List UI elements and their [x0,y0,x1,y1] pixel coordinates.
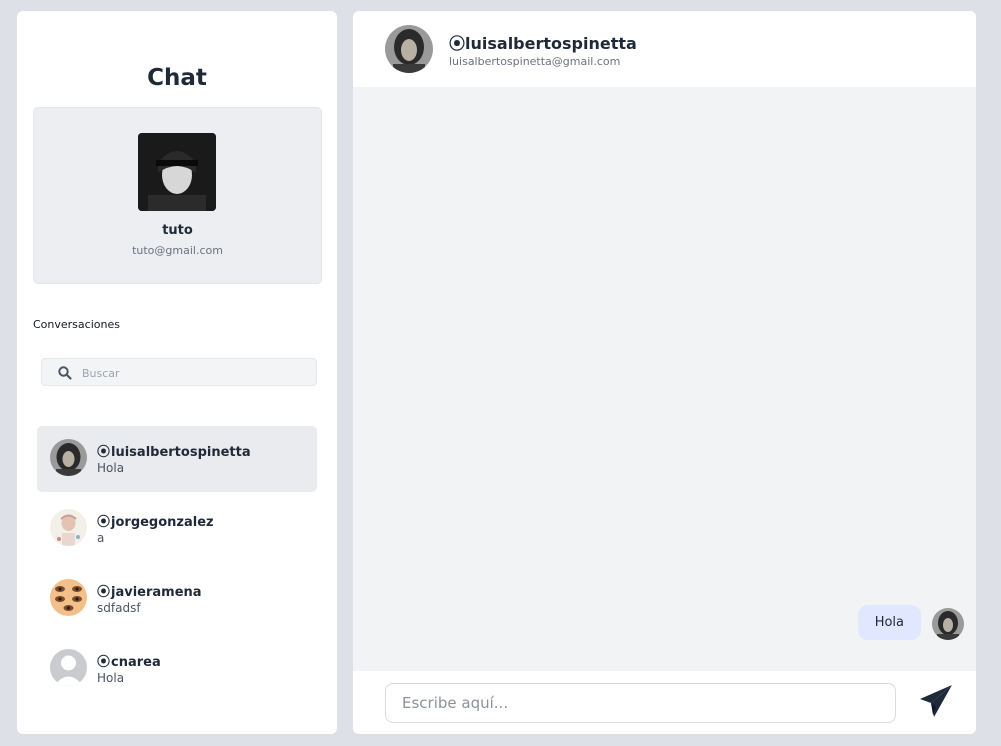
message-bubble: Hola [857,605,921,640]
chat-panel: ⦿luisalbertospinetta luisalbertospinetta… [353,11,976,734]
chat-contact-email: luisalbertospinetta@gmail.com [449,55,621,68]
at-sign-icon: ⦿ [97,585,111,600]
at-sign-icon: ⦿ [449,34,466,53]
conversation-list: ⦿luisalbertospinetta Hola ⦿jorgegonzalez… [37,426,317,706]
composer [353,671,976,734]
header-avatar[interactable] [385,25,433,73]
conversation-item-jorgegonzalez[interactable]: ⦿jorgegonzalez a [37,496,317,562]
message-input[interactable] [385,683,896,723]
conversation-last-message: a [97,531,105,545]
at-sign-icon: ⦿ [97,445,111,460]
at-sign-icon: ⦿ [97,515,111,530]
conversation-last-message: Hola [97,461,125,475]
message-area: Hola [353,87,976,671]
conversation-last-message: sdfadsf [97,601,141,615]
message-avatar [932,608,964,640]
at-sign-icon: ⦿ [97,655,111,670]
conversation-last-message: Hola [97,671,125,685]
conversation-name: ⦿javieramena [97,585,202,600]
search-icon [57,365,73,381]
conversations-label: Conversaciones [33,318,120,331]
avatar [50,579,87,616]
conversation-item-luisalbertospinetta[interactable]: ⦿luisalbertospinetta Hola [37,426,317,492]
conversation-name: ⦿luisalbertospinetta [97,445,251,460]
conversation-item-javieramena[interactable]: ⦿javieramena sdfadsf [37,566,317,632]
chat-contact-name: ⦿luisalbertospinetta [449,34,637,53]
app-title: Chat [147,65,207,91]
send-icon [916,681,956,721]
profile-avatar [138,133,216,211]
search-box[interactable] [41,358,317,386]
avatar [50,439,87,476]
conversation-item-cnarea[interactable]: ⦿cnarea Hola [37,636,317,702]
profile-name: tuto [162,223,193,238]
profile-email: tuto@gmail.com [132,244,223,257]
sidebar: Chat tuto tuto@gmail.com Conversaciones [17,11,337,734]
send-button[interactable] [916,681,956,721]
avatar [50,649,87,686]
profile-card: tuto tuto@gmail.com [33,107,322,284]
conversation-name: ⦿cnarea [97,655,161,670]
conversation-name: ⦿jorgegonzalez [97,515,214,530]
search-input[interactable] [82,363,302,383]
chat-header: ⦿luisalbertospinetta luisalbertospinetta… [353,11,976,87]
avatar [50,509,87,546]
